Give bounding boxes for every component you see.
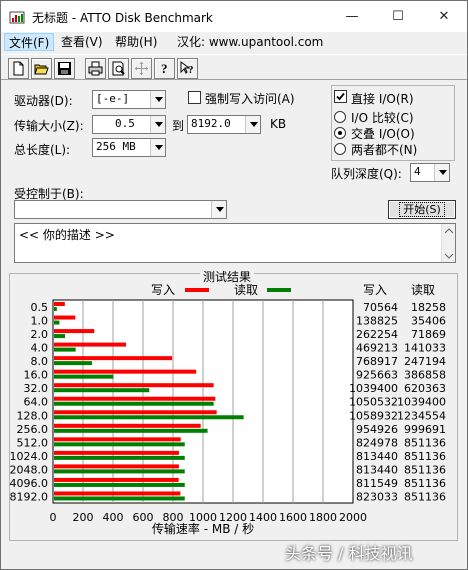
write-value-label: 925663 — [356, 369, 398, 382]
bar-read — [54, 347, 76, 352]
bar-read — [54, 320, 60, 325]
bar-read — [54, 388, 150, 393]
bar-write — [54, 356, 173, 361]
results-chart: 写入 读取 写入 读取 0.51.02.04.08.016.032.064.01… — [10, 283, 447, 536]
bar-read — [54, 482, 185, 487]
category-label: 1024.0 — [10, 450, 49, 463]
category-label: 2048.0 — [10, 463, 49, 476]
read-value-label: 999691 — [404, 423, 446, 436]
bar-write — [54, 383, 214, 388]
write-value-label: 813440 — [356, 450, 398, 463]
bar-read — [54, 469, 185, 474]
bar-read — [54, 334, 66, 339]
category-label: 64.0 — [24, 396, 49, 409]
write-column-header: 写入 — [363, 283, 387, 297]
write-value-label: 811549 — [356, 477, 398, 490]
legend-write-label: 写入 — [151, 283, 175, 297]
bar-read — [54, 428, 208, 433]
read-value-label: 851136 — [404, 490, 446, 503]
bar-write — [54, 477, 179, 482]
value-labels: 70564 18258 138825 35406 262254 71869 469213 14… — [349, 301, 446, 503]
read-value-label: 18258 — [411, 301, 446, 314]
bar-read — [54, 361, 92, 366]
bar-read — [54, 496, 185, 501]
bar-write — [54, 491, 181, 496]
category-label: 4.0 — [31, 342, 49, 355]
bar-write — [54, 396, 216, 401]
bar-read — [54, 307, 57, 311]
bar-write — [54, 423, 201, 428]
x-tick-label: 1600 — [279, 511, 307, 524]
bar-read — [54, 374, 114, 379]
bar-write — [54, 315, 76, 320]
x-tick-label: 1800 — [309, 511, 337, 524]
category-label: 1.0 — [31, 315, 49, 328]
write-value-label: 1050532 — [349, 396, 398, 409]
read-value-label: 851136 — [404, 463, 446, 476]
x-tick-label: 0 — [50, 511, 57, 524]
read-value-label: 851136 — [404, 436, 446, 449]
bar-write — [54, 464, 179, 469]
category-label: 4096.0 — [10, 477, 49, 490]
bar-write — [54, 369, 197, 374]
write-value-label: 768917 — [356, 355, 398, 368]
bar-write — [54, 329, 95, 334]
category-label: 256.0 — [17, 423, 49, 436]
read-value-label: 851136 — [404, 450, 446, 463]
read-value-label: 386858 — [404, 369, 446, 382]
bar-write — [54, 410, 217, 415]
watermark: 头条号 / 科技视讯 — [285, 544, 413, 563]
legend-write-swatch — [185, 288, 209, 292]
x-tick-label: 200 — [73, 511, 94, 524]
write-value-label: 813440 — [356, 463, 398, 476]
x-tick-label: 600 — [133, 511, 154, 524]
write-value-label: 262254 — [356, 328, 398, 341]
bar-read — [54, 415, 244, 420]
app-window: 无标题 - ATTO Disk Benchmark — ☐ ✕ 文件(F) 查看… — [0, 0, 468, 570]
write-value-label: 954926 — [356, 423, 398, 436]
bar-write — [54, 302, 65, 306]
category-label: 8.0 — [31, 355, 49, 368]
x-tick-label: 400 — [103, 511, 124, 524]
read-column-header: 读取 — [411, 283, 435, 297]
write-value-label: 469213 — [356, 342, 398, 355]
category-label: 0.5 — [31, 301, 49, 314]
bar-read — [54, 442, 185, 447]
write-value-label: 138825 — [356, 315, 398, 328]
legend-read-swatch — [267, 288, 291, 292]
bar-read — [54, 455, 185, 460]
read-value-label: 620363 — [404, 382, 446, 395]
read-value-label: 1234554 — [397, 409, 446, 422]
category-label: 32.0 — [24, 382, 49, 395]
x-tick-label: 2000 — [339, 511, 367, 524]
bar-write — [54, 342, 127, 347]
bar-read — [54, 401, 214, 406]
read-value-label: 1039400 — [397, 396, 446, 409]
write-value-label: 823033 — [356, 490, 398, 503]
category-label: 8192.0 — [10, 490, 49, 503]
write-value-label: 70564 — [363, 301, 398, 314]
write-value-label: 1039400 — [349, 382, 398, 395]
bar-write — [54, 450, 179, 455]
read-value-label: 71869 — [411, 328, 446, 341]
category-label: 512.0 — [17, 436, 49, 449]
category-label: 2.0 — [31, 328, 49, 341]
write-value-label: 1058932 — [349, 409, 398, 422]
read-value-label: 35406 — [411, 315, 446, 328]
read-value-label: 247194 — [404, 355, 446, 368]
read-value-label: 851136 — [404, 477, 446, 490]
legend-read-label: 读取 — [234, 283, 258, 297]
category-label: 128.0 — [17, 409, 49, 422]
read-value-label: 141033 — [404, 342, 446, 355]
bar-write — [54, 437, 181, 442]
category-labels: 0.51.02.04.08.016.032.064.0128.0256.0512… — [10, 301, 49, 503]
write-value-label: 824978 — [356, 436, 398, 449]
category-label: 16.0 — [24, 369, 49, 382]
x-axis-label: 传输速率 - MB / 秒 — [152, 521, 254, 536]
